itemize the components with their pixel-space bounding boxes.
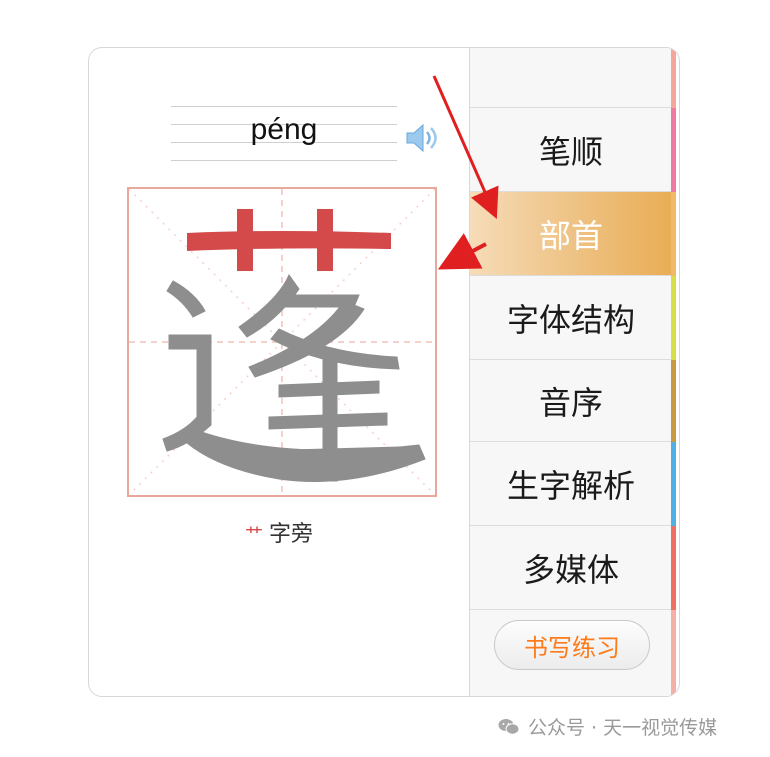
menu-item-analysis[interactable]: 生字解析 <box>470 442 672 526</box>
radical-strokes <box>187 209 391 271</box>
pinyin: péng <box>250 113 318 146</box>
radical-label: 字旁 <box>268 522 313 547</box>
feature-menu: 笔顺 部首 字体结构 音序 生字解析 多媒体 书写练习 <box>469 48 676 696</box>
writing-practice-button[interactable]: 书写练习 <box>494 620 650 670</box>
color-stripe <box>671 48 676 696</box>
watermark-text: 公众号 · 天一视觉传媒 <box>528 717 718 739</box>
radical-caption: 艹字旁 <box>89 516 469 548</box>
wechat-icon <box>498 718 520 735</box>
menu-item-multimedia[interactable]: 多媒体 <box>470 526 672 610</box>
menu-item-blank[interactable] <box>470 48 672 108</box>
character-panel: péng 艹 字旁 <box>89 48 469 696</box>
body-strokes <box>162 273 426 482</box>
watermark: 公众号 · 天一视觉传媒 <box>498 713 717 740</box>
menu-item-radical[interactable]: 部首 <box>470 192 672 276</box>
character-glyph <box>162 209 426 482</box>
menu-item-phonetic-order[interactable]: 音序 <box>470 360 672 442</box>
menu-item-stroke-order[interactable]: 笔顺 <box>470 108 672 192</box>
tianzige-grid <box>127 187 437 497</box>
character-card: péng 艹 字旁 笔顺 部首 字体结构 音序 生字解析 多媒体 书写练习 <box>88 47 680 697</box>
radical-symbol: 艹 <box>244 525 263 546</box>
speaker-icon[interactable] <box>405 122 443 154</box>
menu-item-structure[interactable]: 字体结构 <box>470 276 672 360</box>
